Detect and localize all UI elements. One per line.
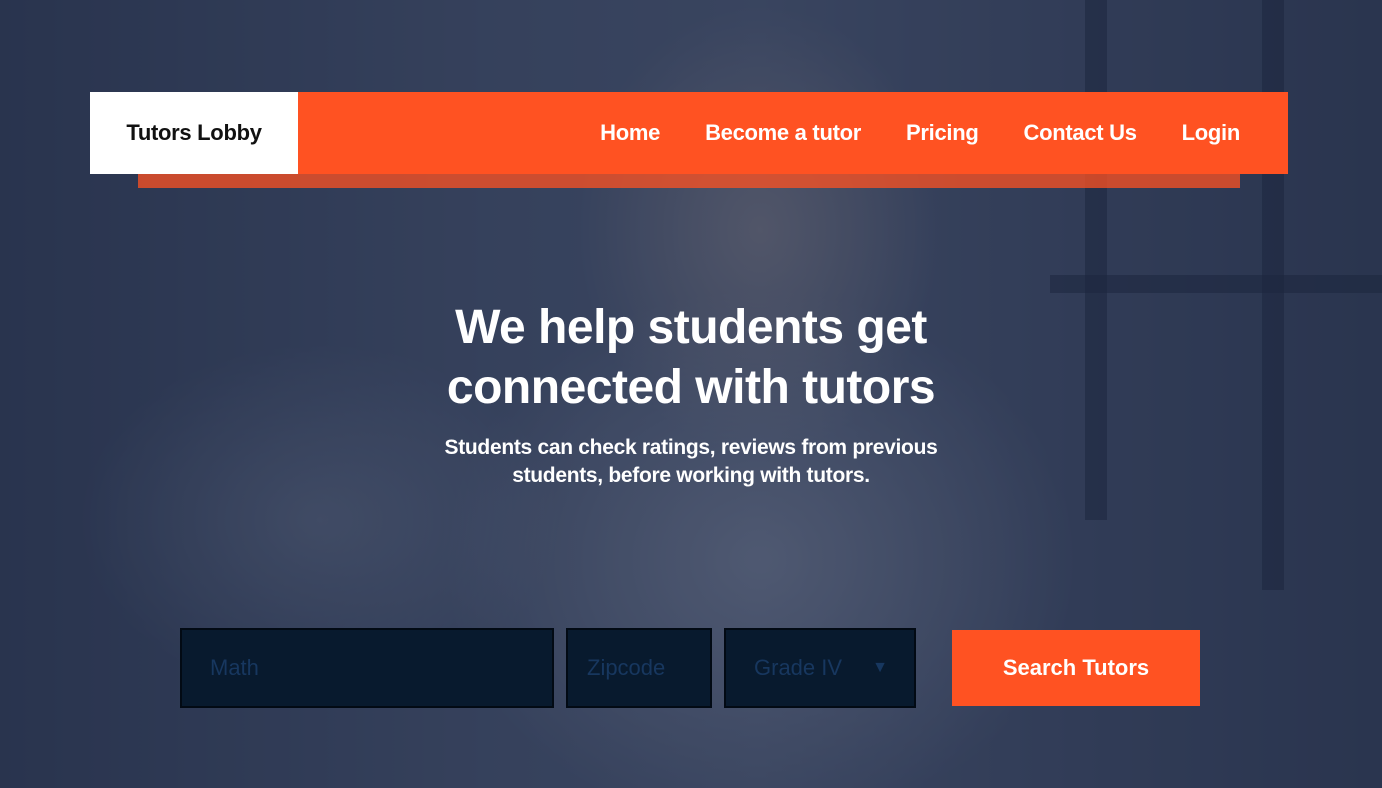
nav-contact-us[interactable]: Contact Us (1024, 120, 1137, 146)
search-tutors-button[interactable]: Search Tutors (952, 630, 1200, 706)
hero-subtitle-line-2: students, before working with tutors. (512, 464, 870, 487)
main-nav: Home Become a tutor Pricing Contact Us L… (600, 92, 1288, 174)
subject-input[interactable] (210, 655, 552, 681)
nav-become-a-tutor[interactable]: Become a tutor (705, 120, 861, 146)
hero-subtitle-line-1: Students can check ratings, reviews from… (444, 436, 938, 459)
grade-select-value: Grade IV (754, 655, 843, 680)
hero-title-line-1: We help students get (455, 301, 927, 354)
zipcode-field (566, 628, 712, 708)
nav-home[interactable]: Home (600, 120, 660, 146)
hero-title: We help students get connected with tuto… (391, 298, 991, 418)
brand-logo[interactable]: Tutors Lobby (90, 92, 298, 174)
subject-field (180, 628, 554, 708)
nav-login[interactable]: Login (1182, 120, 1241, 146)
chevron-down-icon: ▼ (872, 659, 888, 676)
nav-pricing[interactable]: Pricing (906, 120, 979, 146)
hero-subtitle: Students can check ratings, reviews from… (431, 434, 951, 490)
hero-title-line-2: connected with tutors (446, 361, 936, 414)
zipcode-input[interactable] (587, 655, 710, 681)
site-header: Tutors Lobby Home Become a tutor Pricing… (90, 92, 1288, 174)
header-underline (138, 174, 1240, 188)
grade-select[interactable]: Grade IV ▼ (724, 628, 916, 708)
